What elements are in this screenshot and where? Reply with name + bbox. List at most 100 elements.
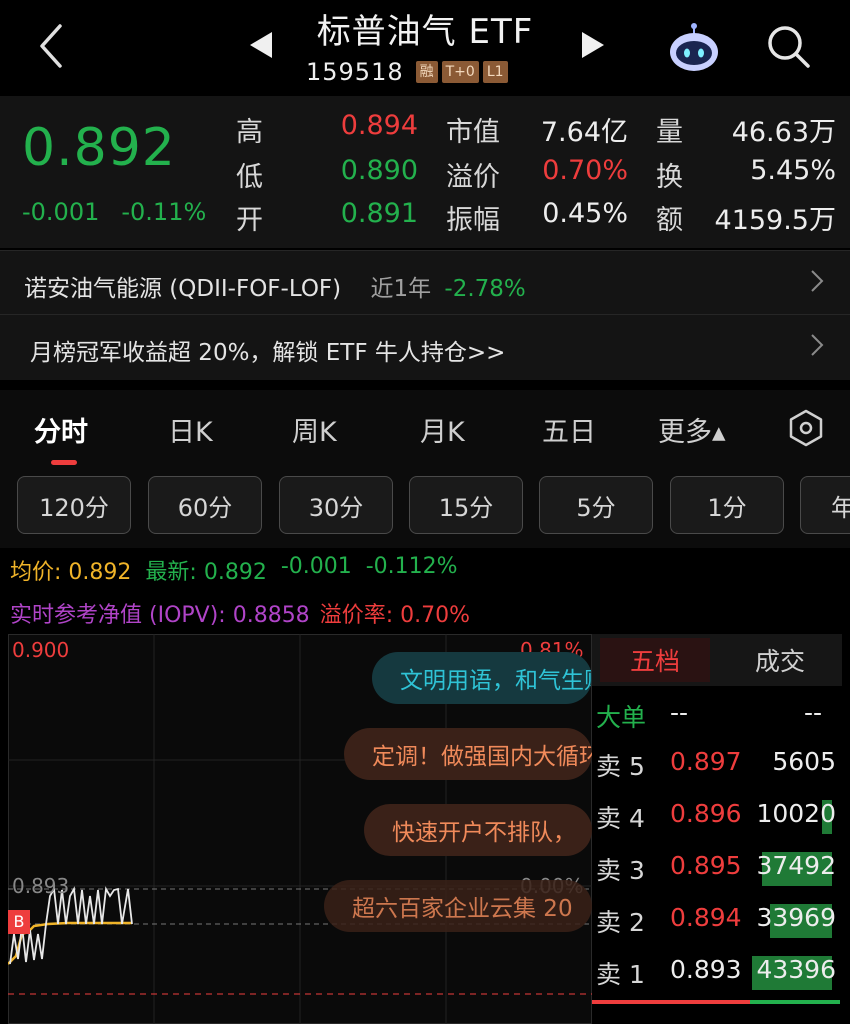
iopv-stats: 实时参考净值 (IOPV): 0.8858 溢价率: 0.70% <box>10 597 470 629</box>
turnover-value: 5.45% <box>750 155 836 186</box>
ask-level-label: 卖 4 <box>596 804 645 833</box>
ask-level-label: 卖 5 <box>596 752 645 781</box>
period-1min[interactable]: 1分 <box>670 476 784 534</box>
tab-weekly-k[interactable]: 周K <box>292 410 337 449</box>
iopv-label: 实时参考净值 (IOPV): <box>10 603 226 628</box>
triangle-right-icon <box>582 32 604 58</box>
ask-level-row[interactable]: 卖 1 0.893 43396 <box>592 953 842 993</box>
high-value: 0.894 <box>340 110 418 141</box>
market-cap-label: 市值 <box>446 117 500 148</box>
latest-change: -0.001 <box>280 554 352 579</box>
ask-level-volume: 37492 <box>756 851 836 880</box>
premium-label: 溢价 <box>446 162 500 193</box>
price-change-row: -0.001 -0.11% <box>22 198 206 226</box>
price-change: -0.001 <box>22 198 100 226</box>
linked-fund-return: -2.78% <box>444 276 526 302</box>
search-button[interactable] <box>764 22 812 70</box>
ask-level-row[interactable]: 卖 3 0.895 37492 <box>592 849 842 889</box>
next-security-button[interactable] <box>580 30 606 64</box>
last-price: 0.892 <box>22 118 176 178</box>
avg-price-value: 0.892 <box>68 560 132 585</box>
latest-value: 0.892 <box>203 560 267 585</box>
ask-level-volume: 33969 <box>756 903 836 932</box>
linked-fund-row[interactable]: 诺安油气能源 (QDII-FOF-LOF) 近1年 -2.78% <box>0 250 850 314</box>
open-value: 0.891 <box>340 198 418 229</box>
ask-level-label: 卖 3 <box>596 856 645 885</box>
tab-daily-k[interactable]: 日K <box>168 410 213 449</box>
bid-ask-ratio-sell <box>592 1000 750 1004</box>
robot-icon <box>670 23 718 71</box>
tab-more[interactable]: 更多▴ <box>658 410 726 449</box>
tab-trades[interactable]: 成交 <box>720 638 840 682</box>
latest-label: 最新: <box>145 560 197 585</box>
period-year[interactable]: 年 <box>800 476 850 534</box>
tab-monthly-k[interactable]: 月K <box>420 410 465 449</box>
period-120min[interactable]: 120分 <box>17 476 131 534</box>
market-cap-value: 7.64亿 <box>540 117 628 148</box>
tag-level: L1 <box>482 61 508 83</box>
premium-rate-label: 溢价率: <box>319 603 394 628</box>
linked-fund-text: 诺安油气能源 (QDII-FOF-LOF) 近1年 -2.78% <box>24 269 526 303</box>
buy-marker[interactable]: B <box>8 910 30 934</box>
latest-change-pct: -0.112% <box>365 554 458 579</box>
settings-hexagon-icon <box>789 409 823 447</box>
news-bubble-4[interactable]: 超六百家企业云集 20 <box>324 880 592 932</box>
big-order-value-2: -- <box>804 698 823 727</box>
turnover-label: 换 <box>656 162 683 193</box>
y-axis-top-price: 0.900 <box>12 638 70 662</box>
linked-fund-name: 诺安油气能源 (QDII-FOF-LOF) <box>24 276 342 302</box>
big-order-label: 大单 <box>596 703 647 732</box>
news-bubble-2[interactable]: 定调！做强国内大循环 <box>344 728 592 780</box>
iopv-value: 0.8858 <box>232 603 310 628</box>
ask-level-row[interactable]: 卖 5 0.897 5605 <box>592 745 842 785</box>
news-bubble-3[interactable]: 快速开户不排队， <box>364 804 592 856</box>
premium-rate-value: 0.70% <box>400 603 470 628</box>
premium-value: 0.70% <box>542 155 628 186</box>
ask-level-volume: 5605 <box>772 747 836 776</box>
big-order-value-1: -- <box>670 698 689 727</box>
assistant-button[interactable] <box>666 20 722 76</box>
amount-value: 4159.5万 <box>714 205 836 236</box>
intraday-chart[interactable]: 0.900 0.81% 0.893 0.00% B 文明用语，和气生财 定调！做… <box>7 634 592 1024</box>
high-label: 高 <box>236 117 263 148</box>
amplitude-value: 0.45% <box>542 198 628 229</box>
tab-intraday[interactable]: 分时 <box>34 410 88 449</box>
intraday-stats: 均价: 0.892 最新: 0.892 -0.001 -0.112% <box>10 554 458 586</box>
ask-level-volume: 10020 <box>756 799 836 828</box>
period-5min[interactable]: 5分 <box>539 476 653 534</box>
search-icon <box>768 26 810 68</box>
low-value: 0.890 <box>340 155 418 186</box>
amplitude-label: 振幅 <box>446 205 500 236</box>
avg-price-text: 均价: 0.892 <box>10 554 131 586</box>
iopv-text: 实时参考净值 (IOPV): 0.8858 <box>10 597 310 629</box>
security-code-row: 159518 融 T+0 L1 <box>306 58 508 86</box>
ask-level-volume: 43396 <box>756 955 836 984</box>
tag-margin: 融 <box>415 61 438 83</box>
promo-text: 月榜冠军收益超 20%，解锁 ETF 牛人持仓>> <box>30 340 506 366</box>
chart-settings-button[interactable] <box>786 408 826 448</box>
price-change-pct: -0.11% <box>121 198 207 226</box>
open-label: 开 <box>236 205 263 236</box>
ask-level-label: 卖 1 <box>596 960 645 989</box>
chevron-right-icon <box>811 270 824 292</box>
premium-rate-text: 溢价率: 0.70% <box>320 597 470 629</box>
period-15min[interactable]: 15分 <box>409 476 523 534</box>
security-code: 159518 <box>306 58 404 86</box>
tab-five-levels[interactable]: 五档 <box>600 638 710 682</box>
ask-level-label: 卖 2 <box>596 908 645 937</box>
period-30min[interactable]: 30分 <box>279 476 393 534</box>
page-title: 标普油气 ETF <box>316 12 534 52</box>
tab-five-day[interactable]: 五日 <box>542 410 596 449</box>
linked-fund-period: 近1年 <box>370 276 432 302</box>
volume-label: 量 <box>656 117 683 148</box>
tag-t0: T+0 <box>441 61 479 83</box>
latest-price-text: 最新: 0.892 <box>145 554 266 586</box>
promo-banner[interactable]: 月榜冠军收益超 20%，解锁 ETF 牛人持仓>> <box>0 314 850 380</box>
ask-level-row[interactable]: 卖 4 0.896 10020 <box>592 797 842 837</box>
low-label: 低 <box>236 162 263 193</box>
period-60min[interactable]: 60分 <box>148 476 262 534</box>
bid-ask-ratio-buy <box>750 1000 840 1004</box>
avg-price-label: 均价: <box>10 560 62 585</box>
ask-level-row[interactable]: 卖 2 0.894 33969 <box>592 901 842 941</box>
news-bubble-1[interactable]: 文明用语，和气生财 <box>372 652 592 704</box>
